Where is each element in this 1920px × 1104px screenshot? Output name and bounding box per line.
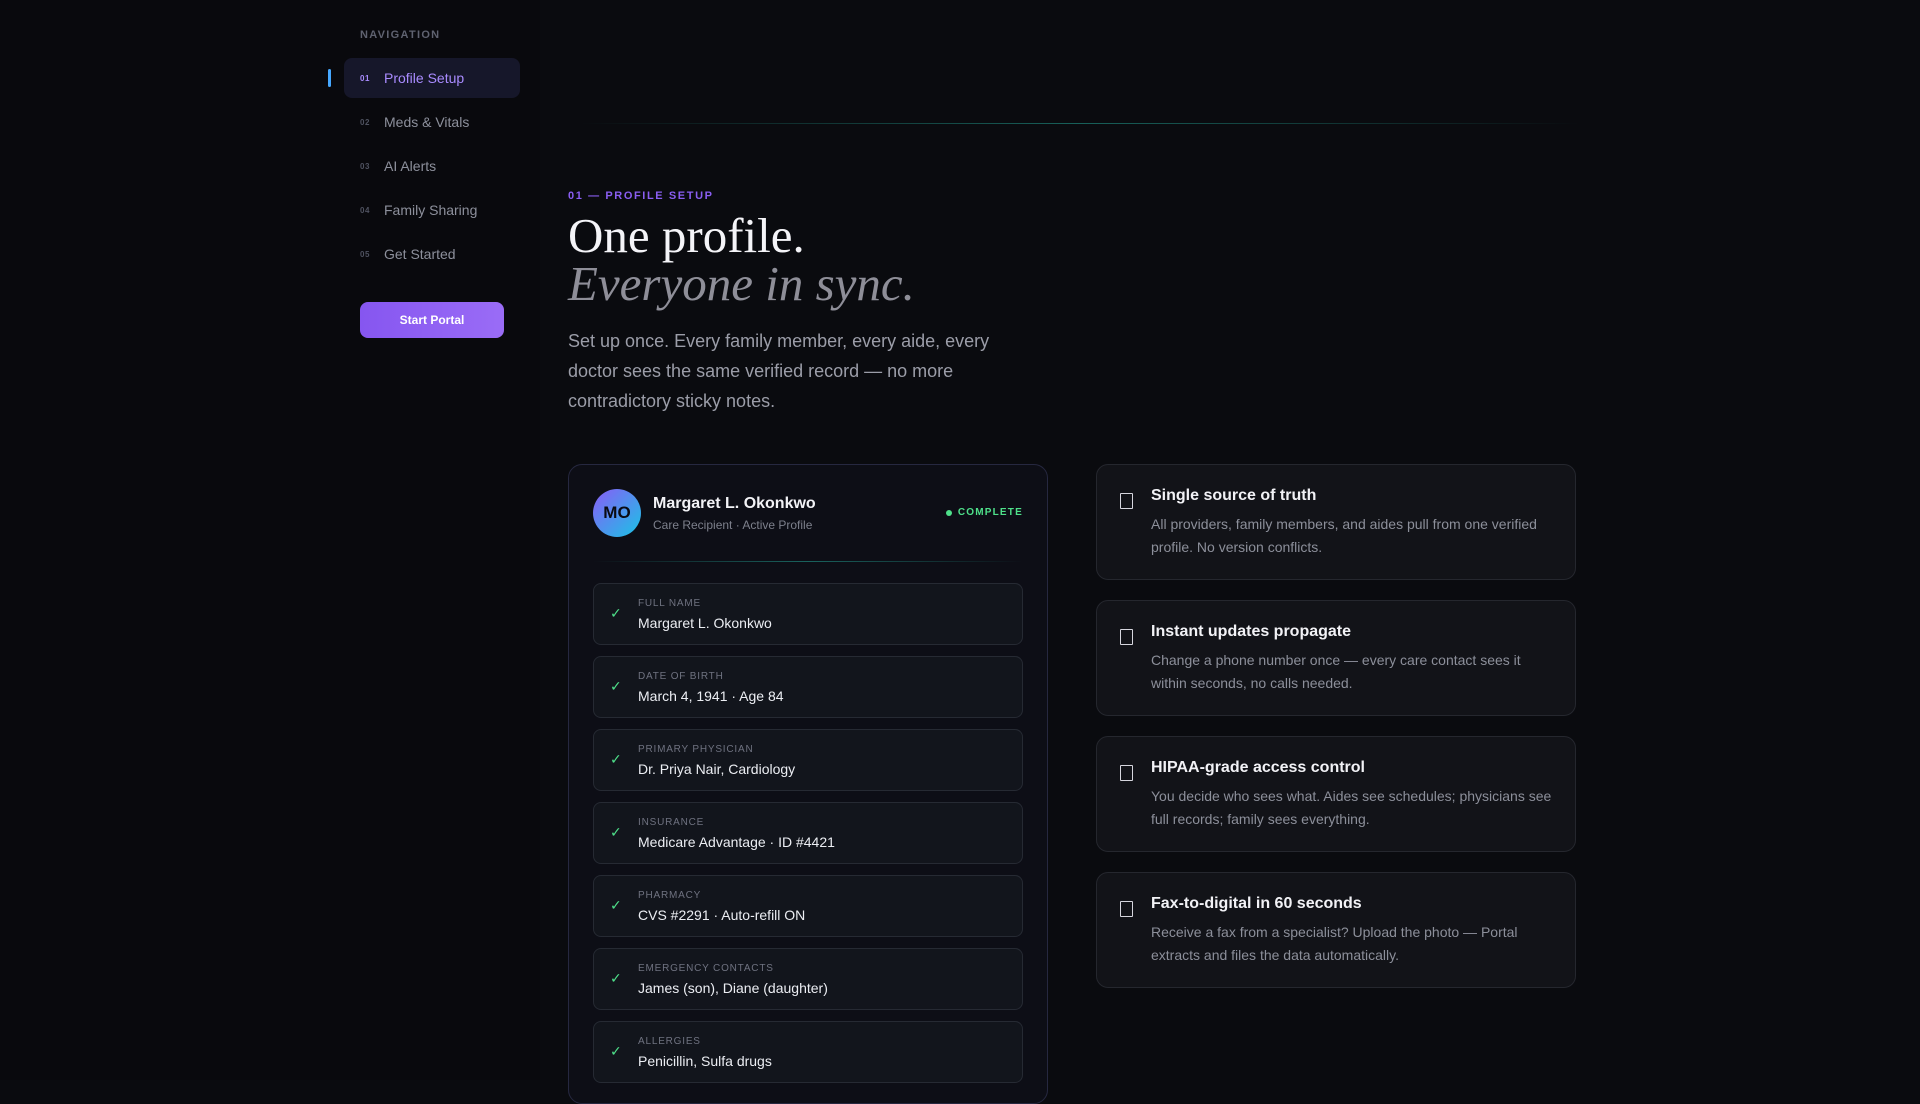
feature-title: Fax-to-digital in 60 seconds [1151, 895, 1362, 912]
check-icon: ✓ [610, 751, 622, 767]
field-pharmacy[interactable]: ✓ PHARMACY CVS #2291 · Auto-refill ON [593, 875, 1023, 937]
nav-item-label: Profile Setup [384, 70, 465, 86]
top-divider [580, 123, 1580, 124]
nav-item-ai-alerts[interactable]: 03 AI Alerts [344, 146, 520, 186]
field-label: FULL NAME [638, 598, 701, 609]
field-label: DATE OF BIRTH [638, 671, 724, 682]
field-allergies[interactable]: ✓ ALLERGIES Penicillin, Sulfa drugs [593, 1021, 1023, 1083]
feature-card-single-source: Single source of truth All providers, fa… [1096, 464, 1576, 580]
feature-title: Instant updates propagate [1151, 623, 1352, 640]
feature-card-hipaa-access: HIPAA-grade access control You decide wh… [1096, 736, 1576, 852]
nav-list: 01 Profile Setup 02 Meds & Vitals 03 AI … [328, 58, 520, 278]
document-icon [1120, 765, 1133, 781]
field-value: Dr. Priya Nair, Cardiology [638, 761, 796, 777]
field-insurance[interactable]: ✓ INSURANCE Medicare Advantage · ID #442… [593, 802, 1023, 864]
feature-description: Change a phone number once — every care … [1151, 652, 1521, 691]
nav-item-label: Meds & Vitals [384, 114, 470, 130]
feature-card-fax-to-digital: Fax-to-digital in 60 seconds Receive a f… [1096, 872, 1576, 988]
nav-item-number: 01 [360, 73, 370, 83]
document-icon [1120, 629, 1133, 645]
hero-title: One profile. Everyone in sync. [568, 211, 915, 311]
check-icon: ✓ [610, 824, 622, 840]
field-label: ALLERGIES [638, 1036, 701, 1047]
field-date-of-birth[interactable]: ✓ DATE OF BIRTH March 4, 1941 · Age 84 [593, 656, 1023, 718]
check-icon: ✓ [610, 678, 622, 694]
field-value: Penicillin, Sulfa drugs [638, 1053, 772, 1069]
feature-description: Receive a fax from a specialist? Upload … [1151, 924, 1518, 963]
check-icon: ✓ [610, 1043, 622, 1059]
nav-item-label: Get Started [384, 246, 456, 262]
status-dot-icon [945, 509, 952, 516]
profile-fields: ✓ FULL NAME Margaret L. Okonkwo ✓ DATE O… [593, 583, 1023, 1094]
nav-item-number: 04 [360, 205, 370, 215]
nav-item-number: 05 [360, 249, 370, 259]
field-emergency-contacts[interactable]: ✓ EMERGENCY CONTACTS James (son), Diane … [593, 948, 1023, 1010]
nav-item-profile-setup[interactable]: 01 Profile Setup [328, 58, 520, 98]
field-value: March 4, 1941 · Age 84 [638, 688, 784, 704]
feature-card-instant-updates: Instant updates propagate Change a phone… [1096, 600, 1576, 716]
hero-title-line2: Everyone in sync. [568, 256, 915, 311]
profile-card: MO Margaret L. Okonkwo Care Recipient · … [568, 464, 1048, 1104]
document-icon [1120, 901, 1133, 917]
field-value: James (son), Diane (daughter) [638, 980, 828, 996]
field-value: Medicare Advantage · ID #4421 [638, 834, 835, 850]
field-label: PRIMARY PHYSICIAN [638, 744, 754, 755]
section-label: 01 — PROFILE SETUP [568, 190, 714, 202]
check-icon: ✓ [610, 897, 622, 913]
active-indicator [328, 69, 331, 87]
nav-item-meds-vitals[interactable]: 02 Meds & Vitals [344, 102, 520, 142]
check-icon: ✓ [610, 605, 622, 621]
field-label: EMERGENCY CONTACTS [638, 963, 774, 974]
profile-subtitle: Care Recipient · Active Profile [653, 518, 813, 532]
start-portal-button[interactable]: Start Portal [360, 302, 504, 338]
profile-name: Margaret L. Okonkwo [653, 495, 816, 512]
feature-title: Single source of truth [1151, 487, 1317, 504]
document-icon [1120, 493, 1133, 509]
check-icon: ✓ [610, 970, 622, 986]
nav-item-label: Family Sharing [384, 202, 478, 218]
status-label: COMPLETE [957, 507, 1023, 518]
nav-item-family-sharing[interactable]: 04 Family Sharing [344, 190, 520, 230]
nav-item-number: 02 [360, 117, 370, 127]
field-value: CVS #2291 · Auto-refill ON [638, 907, 806, 923]
hero-title-line1: One profile. [568, 208, 805, 263]
sidebar: NAVIGATION 01 Profile Setup 02 Meds & Vi… [0, 0, 540, 1080]
status-badge: COMPLETE [945, 507, 1023, 518]
feature-description: You decide who sees what. Aides see sche… [1151, 788, 1552, 827]
nav-heading: NAVIGATION [360, 29, 441, 41]
field-label: INSURANCE [638, 817, 705, 828]
field-full-name[interactable]: ✓ FULL NAME Margaret L. Okonkwo [593, 583, 1023, 645]
nav-item-label: AI Alerts [384, 158, 437, 174]
feature-list: Single source of truth All providers, fa… [1096, 464, 1576, 1008]
nav-item-get-started[interactable]: 05 Get Started [344, 234, 520, 274]
field-primary-physician[interactable]: ✓ PRIMARY PHYSICIAN Dr. Priya Nair, Card… [593, 729, 1023, 791]
hero-description: Set up once. Every family member, every … [568, 331, 990, 411]
field-label: PHARMACY [638, 890, 702, 901]
card-divider [593, 561, 1023, 562]
field-value: Margaret L. Okonkwo [638, 615, 772, 631]
avatar: MO [593, 489, 641, 537]
feature-description: All providers, family members, and aides… [1151, 516, 1537, 555]
nav-item-number: 03 [360, 161, 370, 171]
feature-title: HIPAA-grade access control [1151, 759, 1365, 776]
